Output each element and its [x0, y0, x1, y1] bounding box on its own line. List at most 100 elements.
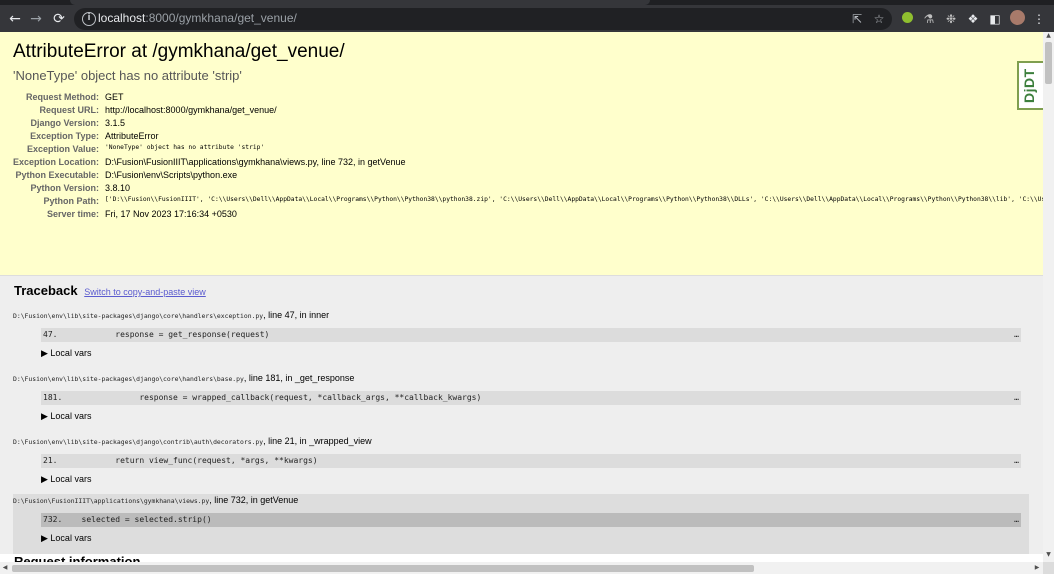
url-text[interactable]: localhost:8000/gymkhana/get_venue/: [98, 11, 297, 25]
meta-row: Request Method: GET: [13, 91, 1043, 104]
reload-icon: ⟳: [53, 11, 65, 27]
scroll-up-arrow-icon[interactable]: ▲: [1043, 32, 1054, 40]
local-vars-toggle[interactable]: ▶ Local vars: [41, 474, 1029, 489]
frame-location: , line 181, in _get_response: [243, 373, 355, 383]
error-title: AttributeError at /gymkhana/get_venue/: [13, 41, 345, 62]
meta-row: Exception Value: 'NoneType' object has no…: [13, 143, 1043, 156]
forward-button[interactable]: →: [26, 9, 46, 29]
frame-file: D:\Fusion\env\lib\site-packages\django\c…: [13, 310, 1029, 322]
frame-location: , line 732, in getVenue: [209, 495, 299, 505]
url-path: :8000/gymkhana/get_venue/: [145, 11, 297, 25]
code-text: return view_func(request, *args, **kwarg…: [57, 456, 318, 465]
traceback-heading: Traceback Switch to copy-and-paste view: [14, 283, 1029, 298]
reload-button[interactable]: ⟳: [49, 9, 69, 29]
extension-bottle-icon[interactable]: ⚗: [920, 10, 938, 28]
local-vars-toggle[interactable]: ▶ Local vars: [41, 348, 1029, 363]
line-number: 21.: [43, 456, 58, 465]
browser-menu-icon[interactable]: ⋮: [1030, 10, 1048, 28]
frame-path: D:\Fusion\env\lib\site-packages\django\c…: [13, 438, 264, 446]
error-subtitle: 'NoneType' object has no attribute 'stri…: [13, 68, 242, 83]
request-information-section: Request information: [0, 554, 1043, 562]
line-number: 47.: [43, 330, 58, 339]
share-icon[interactable]: ⇱: [848, 10, 866, 28]
frame-path: D:\Fusion\env\lib\site-packages\django\c…: [13, 375, 244, 383]
meta-label: Exception Value:: [26, 144, 100, 154]
meta-value: AttributeError: [105, 131, 159, 141]
scrollbar-corner: [1043, 562, 1054, 574]
meta-label: Request URL:: [39, 105, 100, 115]
traceback-section: Traceback Switch to copy-and-paste view …: [0, 276, 1043, 555]
expand-context[interactable]: …: [1014, 391, 1019, 405]
arrow-left-icon: ←: [9, 11, 21, 27]
arrow-right-icon: →: [30, 11, 42, 27]
djdt-logo: DjDT: [1021, 68, 1037, 103]
expand-context[interactable]: …: [1014, 454, 1019, 468]
extensions-puzzle-icon[interactable]: ❖: [964, 10, 982, 28]
frame-code-line[interactable]: 732. selected = selected.strip() …: [41, 513, 1021, 527]
meta-value: D:\Fusion\env\Scripts\python.exe: [105, 170, 238, 180]
meta-row: Exception Location: D:\Fusion\FusionIIIT\…: [13, 156, 1043, 169]
frame-code-line[interactable]: 181. response = wrapped_callback(request…: [41, 391, 1021, 405]
meta-row: Python Path: ['D:\\Fusion\\FusionIIIT', '…: [13, 195, 1043, 208]
vertical-scrollbar[interactable]: ▲ ▼: [1043, 32, 1054, 562]
frame-path: D:\Fusion\env\lib\site-packages\django\c…: [13, 312, 264, 320]
meta-label: Python Version:: [30, 183, 100, 193]
meta-label: Exception Location:: [13, 157, 100, 167]
local-vars-toggle[interactable]: ▶ Local vars: [41, 533, 1029, 548]
frame-code-line[interactable]: 21. return view_func(request, *args, **k…: [41, 454, 1021, 468]
horizontal-scroll-thumb[interactable]: [12, 565, 754, 572]
traceback-frame-user: D:\Fusion\FusionIIIT\applications\gymkha…: [13, 494, 1029, 555]
url-host: localhost: [98, 11, 146, 25]
page-viewport: AttributeError at /gymkhana/get_venue/ '…: [0, 32, 1043, 562]
meta-row: Server time: Fri, 17 Nov 2023 17:16:34 +0…: [13, 208, 1043, 221]
traceback-frame: D:\Fusion\env\lib\site-packages\django\c…: [13, 310, 1029, 363]
expand-context[interactable]: …: [1014, 328, 1019, 342]
address-bar[interactable]: i localhost:8000/gymkhana/get_venue/ ⇱ ☆: [74, 8, 892, 30]
switch-view-link[interactable]: Switch to copy-and-paste view: [84, 287, 206, 297]
meta-value: 3.1.5: [105, 118, 126, 128]
code-text: response = wrapped_callback(request, *ca…: [62, 393, 482, 402]
profile-avatar[interactable]: [1008, 10, 1026, 28]
extension-green-icon[interactable]: [898, 10, 916, 28]
horizontal-scrollbar[interactable]: ◀ ▶: [0, 562, 1043, 574]
back-button[interactable]: ←: [5, 9, 25, 29]
expand-context[interactable]: …: [1014, 513, 1019, 527]
frame-file: D:\Fusion\env\lib\site-packages\django\c…: [13, 373, 1029, 385]
code-text: selected = selected.strip(): [62, 515, 212, 524]
extension-gear-icon[interactable]: ❉: [942, 10, 960, 28]
meta-row: Python Version: 3.8.10: [13, 182, 1043, 195]
frame-file: D:\Fusion\FusionIIIT\applications\gymkha…: [13, 495, 1029, 507]
scroll-left-arrow-icon[interactable]: ◀: [0, 562, 10, 574]
browser-toolbar: ← → ⟳ i localhost:8000/gymkhana/get_venu…: [0, 5, 1054, 32]
vertical-scroll-thumb[interactable]: [1045, 42, 1052, 84]
meta-label: Python Path:: [43, 196, 100, 206]
meta-label: Python Executable:: [15, 170, 100, 180]
meta-label: Server time:: [46, 209, 100, 219]
meta-label: Request Method:: [26, 92, 100, 102]
meta-row: Django Version: 3.1.5: [13, 117, 1043, 130]
meta-value: 3.8.10: [105, 183, 131, 193]
scroll-right-arrow-icon[interactable]: ▶: [1032, 562, 1042, 574]
meta-value: D:\Fusion\FusionIIIT\applications\gymkha…: [105, 157, 406, 167]
code-text: response = get_response(request): [57, 330, 270, 339]
meta-row: Python Executable: D:\Fusion\env\Scripts\…: [13, 169, 1043, 182]
site-info-icon[interactable]: i: [82, 12, 96, 26]
traceback-frame: D:\Fusion\env\lib\site-packages\django\c…: [13, 373, 1029, 426]
frame-code-line[interactable]: 47. response = get_response(request) …: [41, 328, 1021, 342]
request-information-heading: Request information: [14, 554, 141, 562]
meta-row: Exception Type: AttributeError: [13, 130, 1043, 143]
traceback-title: Traceback: [14, 283, 78, 298]
frame-file: D:\Fusion\env\lib\site-packages\django\c…: [13, 436, 1029, 448]
meta-value: 'NoneType' object has no attribute 'stri…: [105, 144, 265, 151]
side-panel-icon[interactable]: ◧: [986, 10, 1004, 28]
line-number: 732.: [43, 515, 63, 524]
debug-toolbar-handle[interactable]: DjDT: [1017, 61, 1043, 110]
request-meta-table: Request Method: GET Request URL: http://lo…: [13, 91, 1043, 221]
bookmark-star-icon[interactable]: ☆: [870, 10, 888, 28]
meta-value: http://localhost:8000/gymkhana/get_venue…: [105, 105, 277, 115]
error-summary: AttributeError at /gymkhana/get_venue/ '…: [0, 32, 1043, 276]
frame-location: , line 21, in _wrapped_view: [263, 436, 372, 446]
meta-value-python-path: ['D:\\Fusion\\FusionIIIT', 'C:\\Users\\D…: [105, 196, 1043, 203]
scroll-down-arrow-icon[interactable]: ▼: [1043, 551, 1054, 559]
local-vars-toggle[interactable]: ▶ Local vars: [41, 411, 1029, 426]
